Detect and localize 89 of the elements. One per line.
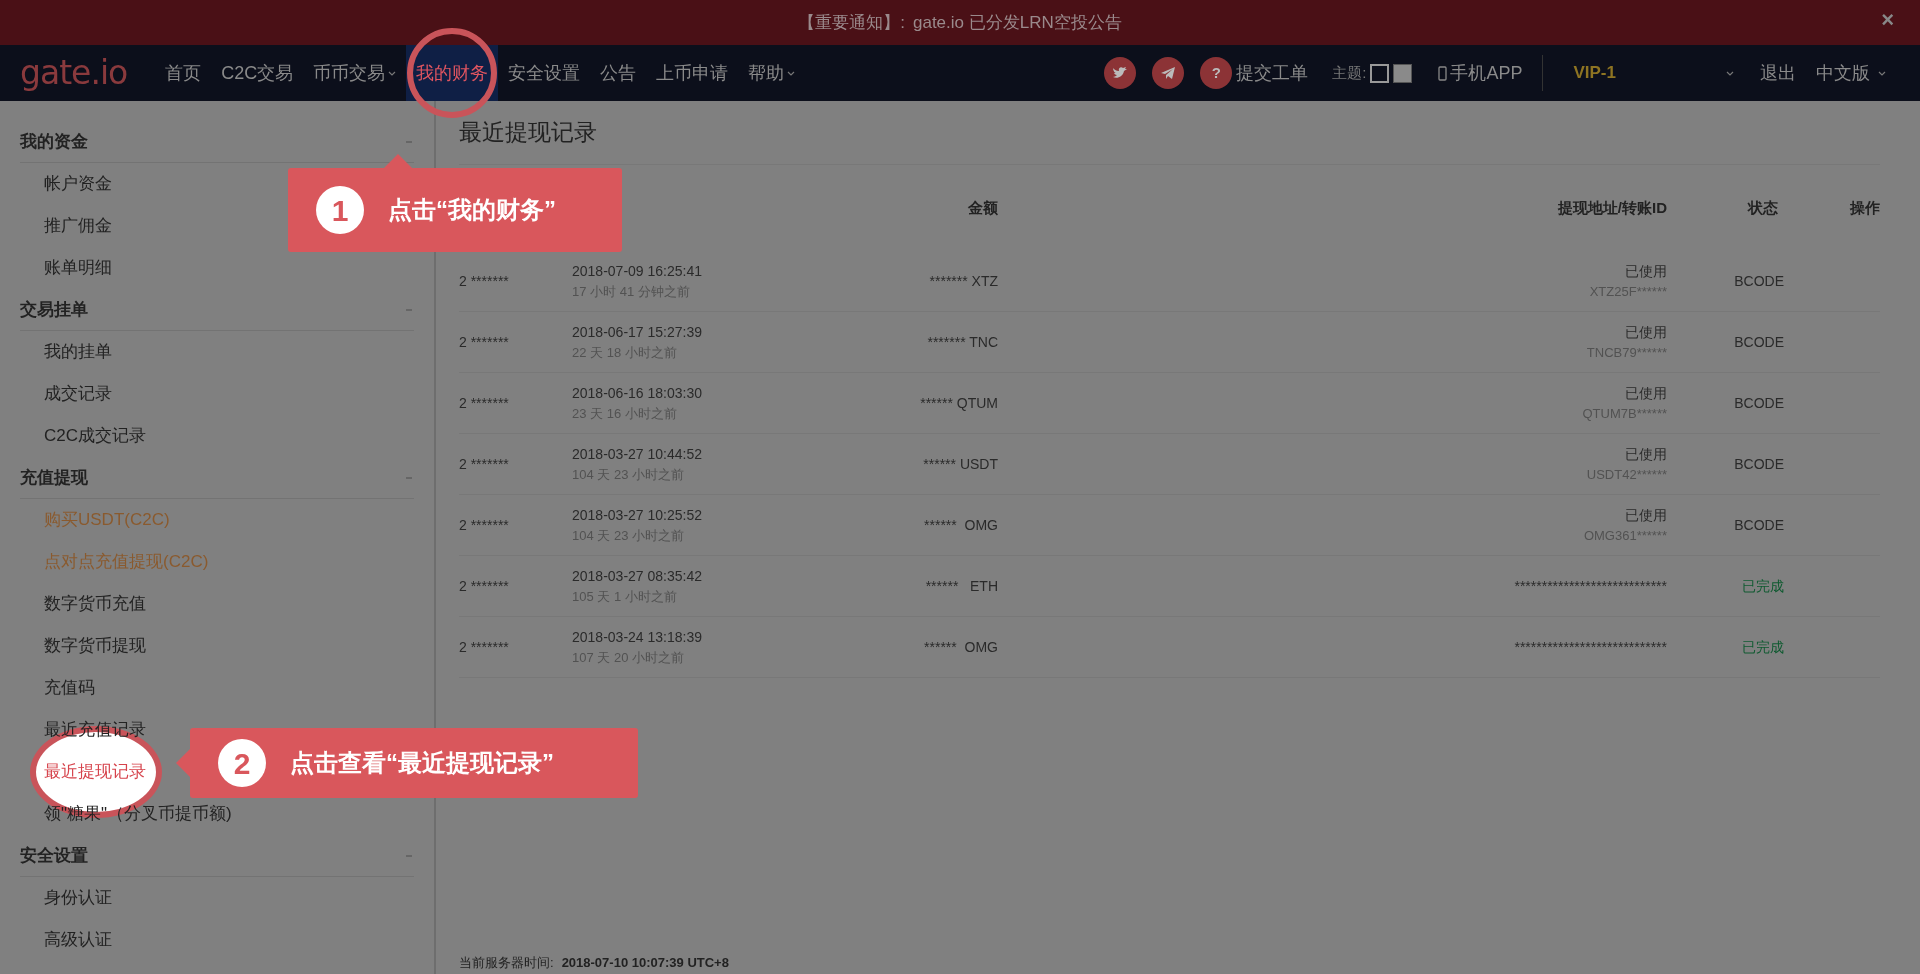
sidebar-item[interactable]: 数字货币提现 [44,633,146,659]
amount-cell-text: ****** QTUM [919,393,998,413]
theme-swatch[interactable] [1370,63,1390,83]
paper-plane-icon[interactable] [1152,57,1185,89]
server-time-label: 当前服务器时间: [459,954,554,970]
address-text: **************************** [1513,637,1667,657]
table-cell-text: 2 ******* [459,576,510,596]
amount-cell-text: ******* XTZ [928,271,998,291]
section-title: 我的资金 [20,130,88,153]
sidebar-item[interactable]: 充值码 [44,675,95,701]
section-title: 安全设置 [20,844,88,867]
section-title: 充值提现 [20,466,88,489]
nav-link[interactable]: 帮助 [738,45,806,101]
table-cell-text: 2 ******* [459,515,510,535]
date-text: 2018-03-27 08:35:42 [572,566,703,586]
sidebar-item[interactable]: 帐户资金 [44,171,112,197]
plane-drawing [1160,66,1177,80]
status-text: BCODE [1733,393,1785,413]
table-cell-text: 2 ******* [459,393,510,413]
amount-cell-text: ****** USDT [922,454,998,474]
nav-link[interactable]: 币币交易 [303,45,407,101]
phone-icon [1438,65,1448,81]
sidebar-item[interactable]: C2C成交记录 [44,423,146,449]
column-header: 操作 [1849,197,1880,218]
sidebar-item[interactable]: 高级认证 [44,927,112,953]
help-icon[interactable]: ? [1200,57,1233,89]
amount-cell-text: ****** OMG [923,515,998,535]
status-text: BCODE [1733,271,1785,291]
nav-link[interactable]: C2C交易 [211,45,304,101]
status-text: BCODE [1733,454,1785,474]
address-text: **************************** [1513,576,1667,596]
status-text: BCODE [1733,515,1785,535]
vip-label: VIP-1 [1573,62,1616,85]
sidebar-item[interactable]: 数字货币充值 [44,591,146,617]
nav-link[interactable]: 公告 [590,45,647,101]
server-time: 2018-07-10 10:07:39 UTC+8 [561,954,729,970]
status-text: BCODE [1733,332,1785,352]
nav-link[interactable]: 上币申请 [646,45,739,101]
table-cell-text: 2 ******* [459,271,510,291]
table-cell-text: 2 ******* [459,332,510,352]
table-cell-text: 2 ******* [459,637,510,657]
sidebar-item[interactable]: 账单明细 [44,255,112,281]
step-number: 2 [218,739,266,787]
amount-cell-text: ******* TNC [926,332,998,352]
bird-icon[interactable] [1104,57,1137,89]
status-text: 已完成 [1741,576,1785,596]
caret-icon [1878,69,1886,77]
sidebar-item[interactable]: 推广佣金 [44,213,112,239]
used-label: 已使用 [1624,505,1667,525]
used-label: 已使用 [1624,261,1667,281]
app-link[interactable]: 手机APP [1450,45,1523,101]
column-header: 提现地址/转账ID [1556,197,1667,218]
theme-label: 主题: [1332,62,1367,83]
used-label: 已使用 [1624,322,1667,342]
date-text: 2018-03-27 10:25:52 [572,505,703,525]
language-link[interactable]: 中文版 [1806,45,1896,101]
nav-link[interactable]: 安全设置 [498,45,591,101]
date-text: 2018-07-09 16:25:41 [572,261,703,281]
section-title: 交易挂单 [20,298,88,321]
ticket-link[interactable]: 提交工单 [1236,45,1309,101]
notice-link[interactable]: gate.io 已分发LRN空投公告 [912,9,1122,36]
date-text: 2018-06-17 15:27:39 [572,322,703,342]
nav-link[interactable]: 首页 [155,45,212,101]
date-text: 2018-03-24 13:18:39 [572,627,703,647]
table-cell-text: 2 ******* [459,454,510,474]
used-label: 已使用 [1624,383,1667,403]
logout-link[interactable]: 退出 [1750,45,1806,101]
amount-cell-text: ****** ETH [924,576,998,596]
column-header: 金额 [967,197,998,218]
notice-label: 【重要通知】: [798,11,905,34]
sidebar-item[interactable]: 最近提现记录 [44,759,146,785]
date-text: 2018-06-16 18:03:30 [572,383,703,403]
amount-cell-text: ****** OMG [923,637,998,657]
callout-text: 点击查看“最近提现记录” [290,748,554,778]
bird-drawing [1112,66,1129,80]
status-text: 已完成 [1741,637,1785,657]
sidebar-item[interactable]: 我的挂单 [44,339,112,365]
column-header: 状态 [1746,197,1779,218]
used-label: 已使用 [1624,444,1667,464]
page-title: 最近提现记录 [459,101,1880,165]
sidebar-item[interactable]: 成交记录 [44,381,112,407]
theme-swatch[interactable] [1393,63,1413,83]
date-text: 2018-03-27 10:44:52 [572,444,703,464]
logo[interactable]: gate.io [20,48,128,98]
step-number: 1 [316,186,364,234]
callout-text: 点击“我的财务” [388,195,556,225]
close-button[interactable]: × [1875,8,1900,32]
sidebar-item[interactable]: 身份认证 [44,885,112,911]
caret-icon[interactable] [1726,69,1734,77]
